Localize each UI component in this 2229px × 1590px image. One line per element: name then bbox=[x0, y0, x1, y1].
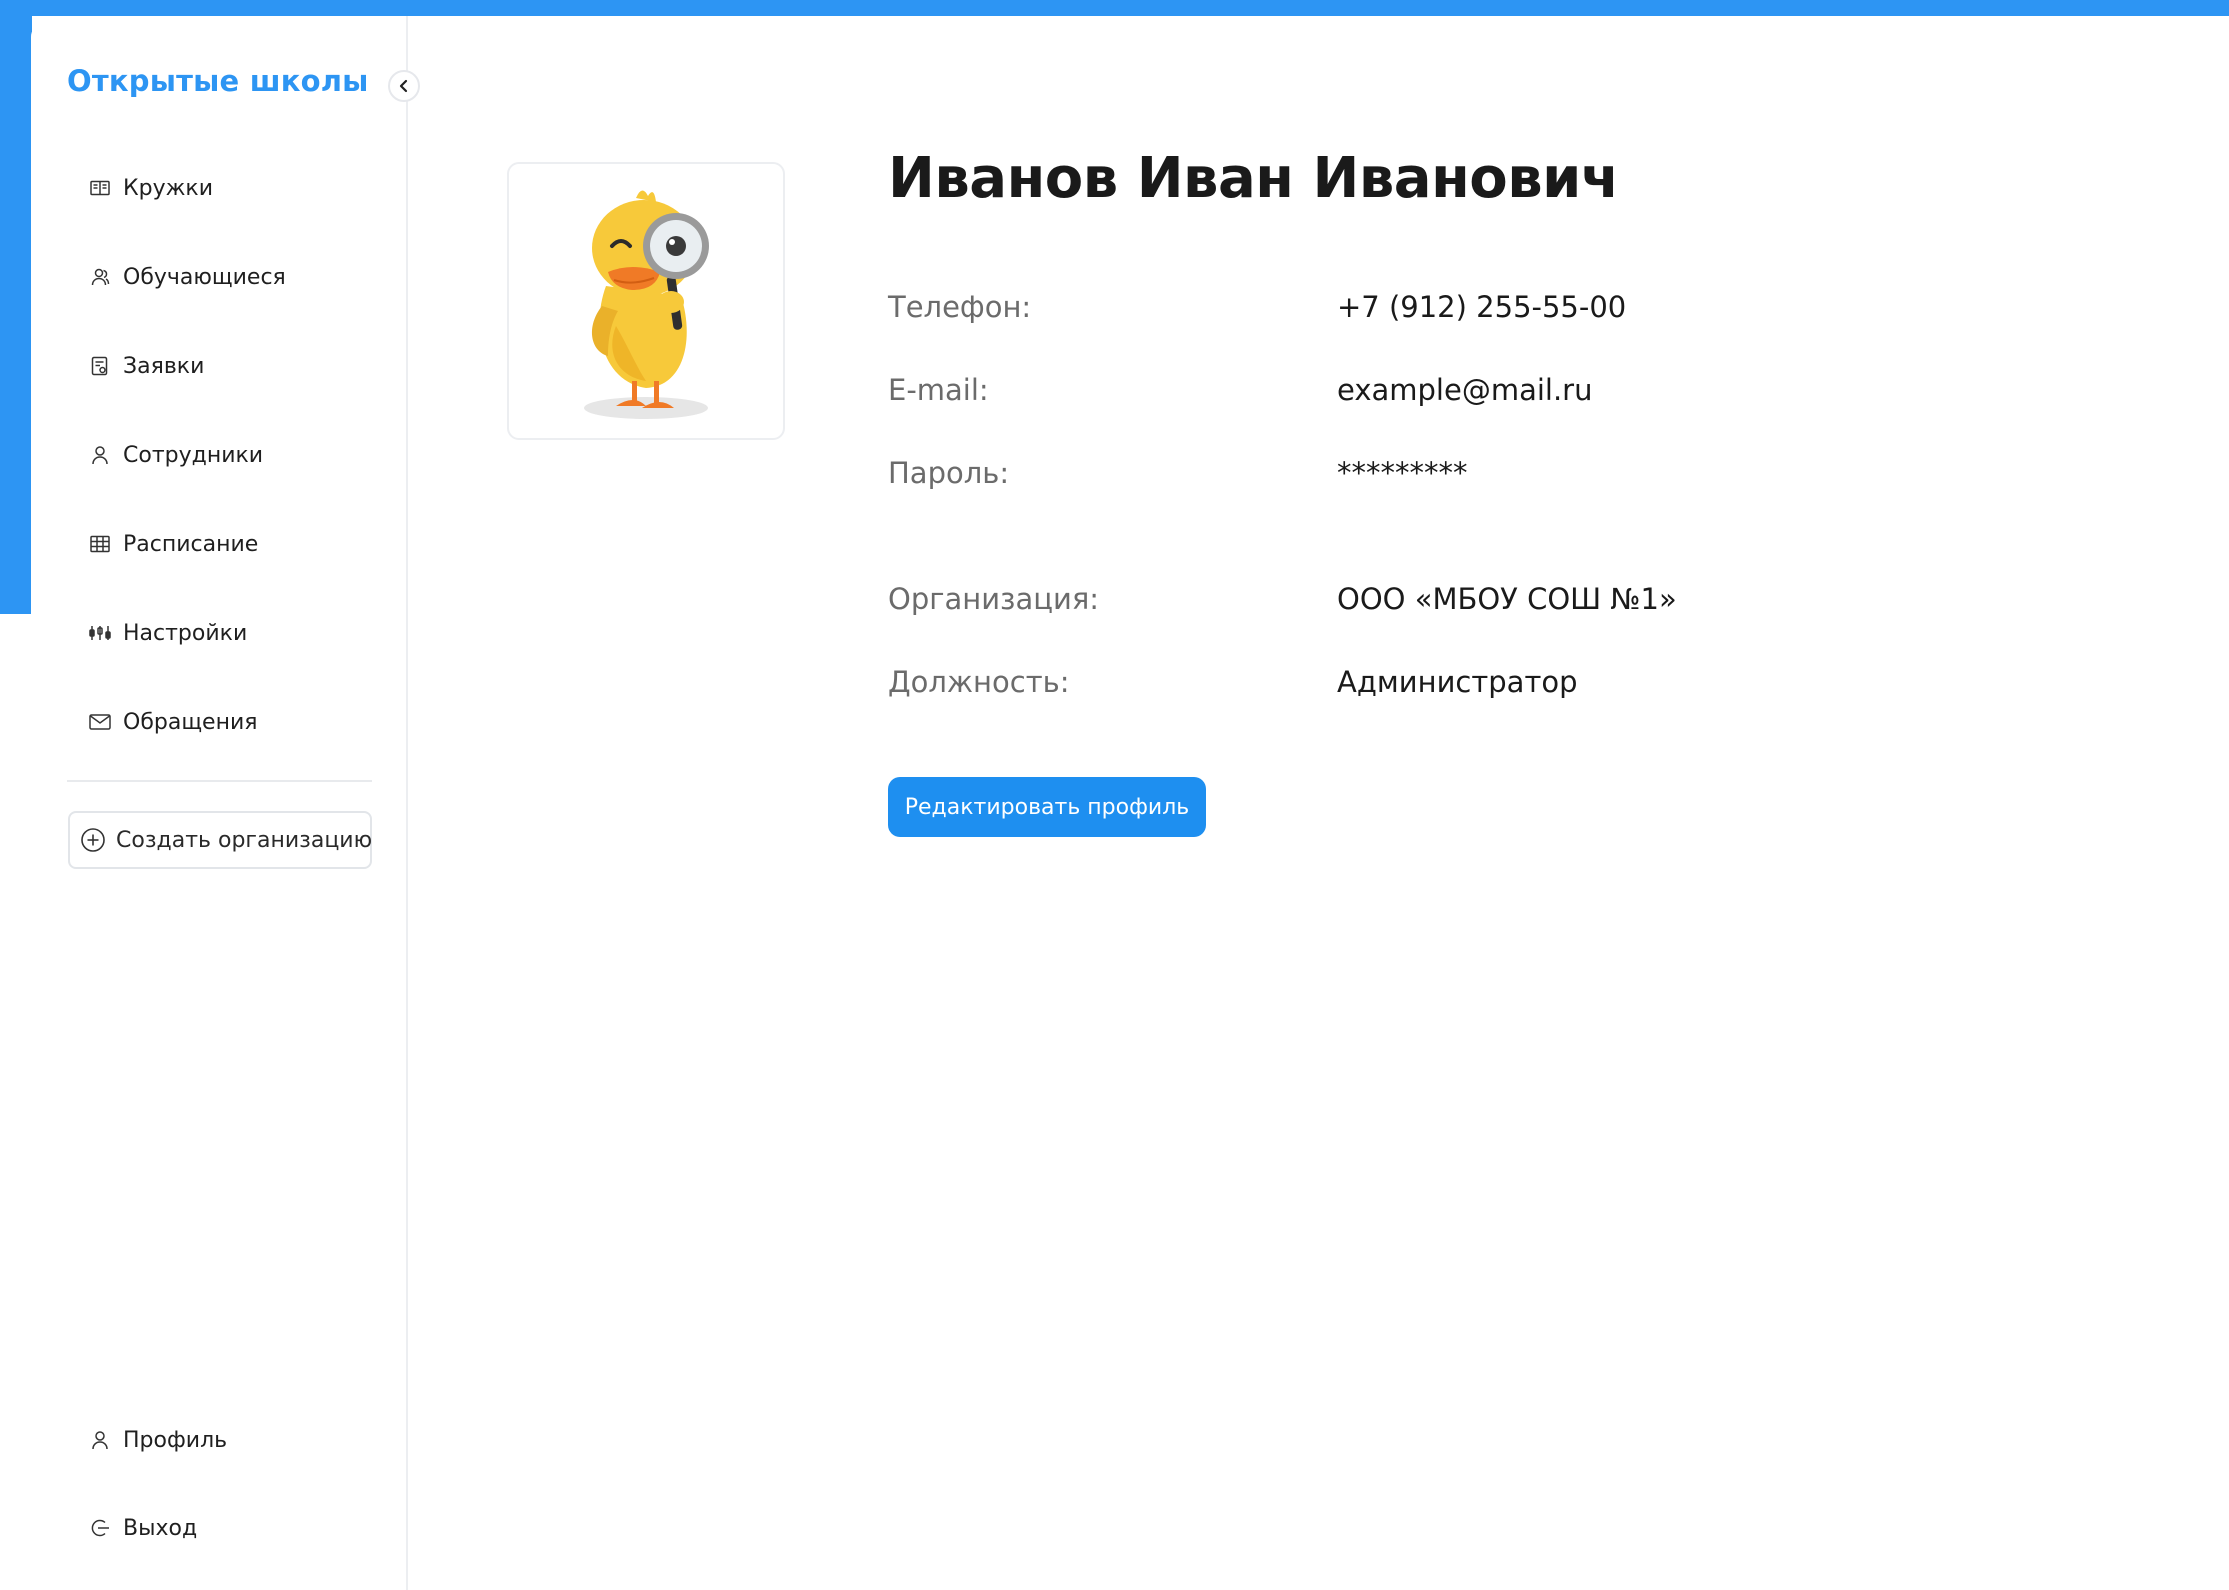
top-accent-bar bbox=[0, 0, 2229, 16]
sidebar-item-clubs[interactable]: Кружки bbox=[89, 168, 213, 208]
password-value: ********* bbox=[1337, 456, 1468, 490]
email-label: E-mail: bbox=[888, 373, 989, 407]
profile-name: Иванов Иван Иванович bbox=[888, 146, 1619, 211]
table-grid-icon bbox=[89, 533, 111, 555]
book-open-icon bbox=[89, 177, 111, 199]
sidebar-item-profile[interactable]: Профиль bbox=[89, 1420, 227, 1460]
sidebar-item-schedule[interactable]: Расписание bbox=[89, 524, 258, 564]
sidebar-item-logout[interactable]: Выход bbox=[89, 1508, 197, 1548]
sidebar-item-label: Кружки bbox=[123, 175, 214, 201]
sidebar-collapse-button[interactable] bbox=[388, 70, 420, 102]
sidebar-item-label: Обучающиеся bbox=[123, 264, 286, 290]
position-value: Администратор bbox=[1337, 665, 1578, 699]
user-icon bbox=[89, 444, 111, 466]
students-icon bbox=[89, 266, 111, 288]
sidebar-item-settings[interactable]: Настройки bbox=[89, 613, 247, 653]
duck-magnifier-illustration bbox=[546, 176, 746, 426]
sidebar: Открытые школы Кружки Обучающиеся Заявки… bbox=[31, 16, 408, 1590]
mail-icon bbox=[89, 711, 111, 733]
chevron-left-icon bbox=[398, 79, 410, 93]
phone-label: Телефон: bbox=[888, 290, 1032, 324]
plus-circle-icon bbox=[80, 827, 106, 853]
sidebar-item-label: Профиль bbox=[123, 1427, 228, 1453]
logout-icon bbox=[89, 1517, 111, 1539]
document-icon bbox=[89, 355, 111, 377]
brand-title[interactable]: Открытые школы bbox=[67, 64, 369, 98]
sidebar-item-students[interactable]: Обучающиеся bbox=[89, 257, 286, 297]
sidebar-item-label: Сотрудники bbox=[123, 442, 264, 468]
create-organization-button[interactable]: Создать организацию bbox=[68, 811, 372, 869]
position-label: Должность: bbox=[888, 665, 1070, 699]
avatar bbox=[507, 162, 785, 440]
phone-value: +7 (912) 255-55-00 bbox=[1337, 290, 1627, 324]
user-icon bbox=[89, 1429, 111, 1451]
sidebar-item-label: Выход bbox=[123, 1515, 198, 1541]
sidebar-divider bbox=[67, 780, 372, 782]
create-organization-label: Создать организацию bbox=[116, 827, 373, 853]
edit-profile-button[interactable]: Редактировать профиль bbox=[888, 777, 1206, 837]
organization-label: Организация: bbox=[888, 582, 1100, 616]
sidebar-item-appeals[interactable]: Обращения bbox=[89, 702, 258, 742]
email-value: example@mail.ru bbox=[1337, 373, 1593, 407]
sidebar-item-staff[interactable]: Сотрудники bbox=[89, 435, 263, 475]
app-window: Открытые школы Кружки Обучающиеся Заявки… bbox=[31, 16, 2229, 1590]
sidebar-item-requests[interactable]: Заявки bbox=[89, 346, 204, 386]
sidebar-item-label: Настройки bbox=[123, 620, 248, 646]
sidebar-item-label: Расписание bbox=[123, 531, 259, 557]
organization-value: ООО «МБОУ СОШ №1» bbox=[1337, 582, 1677, 616]
sidebar-item-label: Обращения bbox=[123, 709, 258, 735]
left-accent-bar bbox=[0, 0, 32, 614]
sliders-icon bbox=[89, 622, 111, 644]
password-label: Пароль: bbox=[888, 456, 1010, 490]
sidebar-item-label: Заявки bbox=[123, 353, 205, 379]
